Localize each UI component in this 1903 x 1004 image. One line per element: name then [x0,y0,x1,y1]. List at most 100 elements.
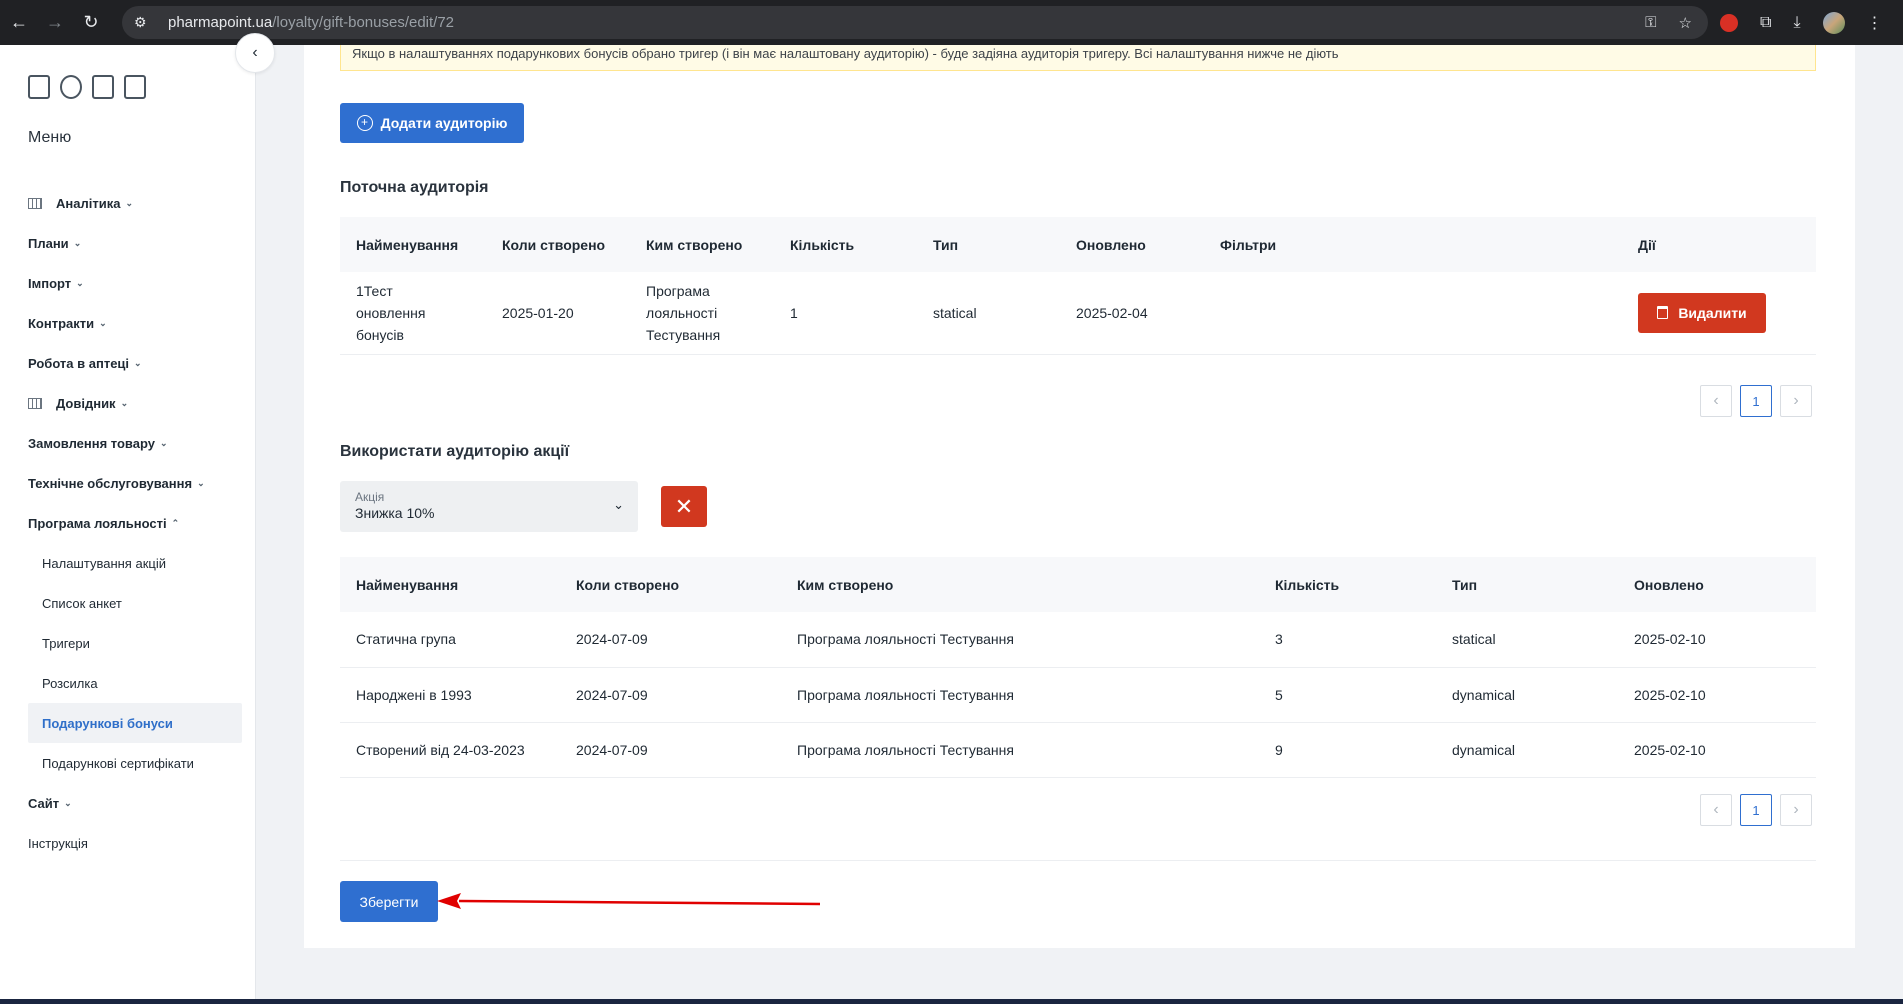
cell-updated: 2025-02-04 [1060,272,1204,355]
extensions-puzzle-icon[interactable]: ⧉ [1760,14,1771,32]
sidebar-item-робота-в-аптеці[interactable]: Робота в аптеці ⌄ [28,343,242,383]
promo-select-label: Акція [355,490,385,504]
page-number-button[interactable]: 1 [1740,385,1772,417]
collapse-sidebar-button[interactable]: ‹ [235,33,275,73]
save-button[interactable]: Зберегти [340,881,438,922]
cell-updated: 2025-02-10 [1618,667,1816,723]
column-header: Тип [1436,557,1618,612]
add-audience-label: Додати аудиторію [380,115,508,131]
sidebar-item-label: Програма лояльності [28,515,167,531]
chevron-down-icon: ⌄ [64,797,72,808]
chevron-down-icon: ⌄ [120,397,129,408]
reload-icon[interactable]: ↻ [74,6,108,40]
sidebar-subitem-розсилка[interactable]: Розсилка [28,663,242,703]
password-key-icon[interactable]: ⚿ [1645,14,1656,31]
calendar-icon[interactable] [28,75,50,99]
table-row: Народжені в 1993 2024-07-09 Програма лояль… [340,667,1816,723]
table-header: Найменування Коли створено Ким створено Кіл… [340,217,1816,272]
menu-title: Меню [28,129,72,146]
chevron-down-icon: ⌄ [99,317,107,328]
download-icon[interactable]: ⤓ [1793,14,1800,32]
sidebar-item-плани[interactable]: Плани ⌄ [28,223,242,263]
sidebar-item-замовлення-товару[interactable]: Замовлення товару ⌄ [28,423,242,463]
sidebar-item-label: Плани [28,235,69,251]
sidebar-item-технічне-обслуговування[interactable]: Технічне обслуговування ⌄ [28,463,242,503]
current-audience-title: Поточна аудиторія [340,179,489,196]
sidebar-item-label: Технічне обслуговування [28,475,193,491]
cell-name: 1Тест оновлення бонусів [340,272,486,355]
chevron-down-icon: ⌄ [76,277,84,288]
column-header: Найменування [340,557,560,612]
delete-label: Видалити [1678,304,1747,321]
sidebar-subitem-список-анкет[interactable]: Список анкет [28,583,242,623]
cell-name: Статична група [340,612,560,668]
url-host: pharmapoint.ua [168,14,273,31]
sidebar-item-аналітика[interactable]: Аналітика ⌄ [28,183,242,223]
sidebar-subitem-тригери[interactable]: Тригери [28,623,242,663]
cell-count: 3 [1259,612,1436,668]
sidebar-item-інструкція[interactable]: Інструкція [28,823,242,863]
site-info-icon[interactable]: ⚙ [134,14,156,31]
cell-by: Програма лояльності Тестування [781,722,1259,778]
book-icon[interactable] [124,75,146,99]
column-header: Коли створено [560,557,781,612]
cell-count: 5 [1259,667,1436,723]
prev-page-button[interactable]: ‹ [1700,794,1732,826]
close-icon: ✕ [674,493,694,519]
document-icon[interactable] [92,75,114,99]
sidebar-item-label: Імпорт [28,275,72,291]
add-audience-button[interactable]: + Додати аудиторію [340,103,524,143]
cell-name: Народжені в 1993 [340,667,560,723]
plus-circle-icon: + [356,115,373,131]
table-row: Створений від 24-03-2023 2024-07-09 Програ… [340,722,1816,778]
sidebar-item-контракти[interactable]: Контракти ⌄ [28,303,242,343]
column-header: Дії [1622,217,1816,272]
cell-actions: Видалити [1622,272,1816,355]
cell-created: 2024-07-09 [560,612,781,668]
current-audience-pager: ‹ 1 › [1700,385,1812,417]
profile-avatar[interactable] [1822,11,1845,34]
annotation-arrow [437,893,820,909]
sidebar-item-імпорт[interactable]: Імпорт ⌄ [28,263,242,303]
sidebar-item-програма-лояльності[interactable]: Програма лояльності ⌃ [28,503,242,543]
sidebar-item-сайт[interactable]: Сайт ⌄ [28,783,242,823]
column-header: Оновлено [1618,557,1816,612]
cell-count: 9 [1259,722,1436,778]
bookmark-star-icon[interactable]: ☆ [1679,14,1692,32]
next-page-button[interactable]: › [1780,794,1812,826]
address-bar[interactable]: ⚙ pharmapoint.ua/loyalty/gift-bonuses/ed… [122,6,1708,39]
prev-page-button[interactable]: ‹ [1700,385,1732,417]
divider [340,860,1816,861]
chevron-down-icon: ⌄ [160,437,168,448]
cell-by: Програма лояльності Тестування [781,667,1259,723]
delete-button[interactable]: Видалити [1638,292,1766,333]
next-page-button[interactable]: › [1780,385,1812,417]
cell-count: 1 [774,272,917,355]
chevron-up-icon: ⌃ [171,517,180,528]
grid-icon [28,197,42,209]
sidebar-subitem-налаштування-акцій[interactable]: Налаштування акцій [28,543,242,583]
current-audience-table: Найменування Коли створено Ким створено Кіл… [340,217,1816,355]
forward-icon[interactable]: → [38,6,72,40]
cell-type: dynamical [1436,667,1618,723]
sidebar-menu: Аналітика ⌄ Плани ⌄ Імпорт ⌄ Контракти ⌄ Робота … [28,183,242,863]
promo-select[interactable]: Акція Знижка 10% ⌄ [340,481,638,532]
sidebar-subitem-подарункові-бонуси[interactable]: Подарункові бонуси [28,703,242,743]
pie-chart-icon[interactable] [60,75,82,99]
sidebar-subitem-подарункові-сертифікати[interactable]: Подарункові сертифікати [28,743,242,783]
sidebar-quick-icons [28,75,146,99]
cell-type: statical [1436,612,1618,668]
url-path: /loyalty/gift-bonuses/edit/72 [272,14,455,31]
sidebar-item-довідник[interactable]: Довідник ⌄ [28,383,242,423]
cell-name: Створений від 24-03-2023 [340,722,560,778]
column-header: Тип [917,217,1060,272]
cell-filters [1204,272,1622,355]
extension-icon[interactable] [1720,13,1738,32]
back-icon[interactable]: ← [2,6,36,40]
cell-created: 2024-07-09 [560,722,781,778]
clear-promo-button[interactable]: ✕ [661,486,707,527]
browser-menu-icon[interactable]: ⋮ [1867,13,1883,33]
page-number-button[interactable]: 1 [1740,794,1772,826]
sidebar-item-label: Аналітика [56,195,121,211]
content-card: Якщо в налаштуваннях подарункових бонусі… [304,45,1855,948]
